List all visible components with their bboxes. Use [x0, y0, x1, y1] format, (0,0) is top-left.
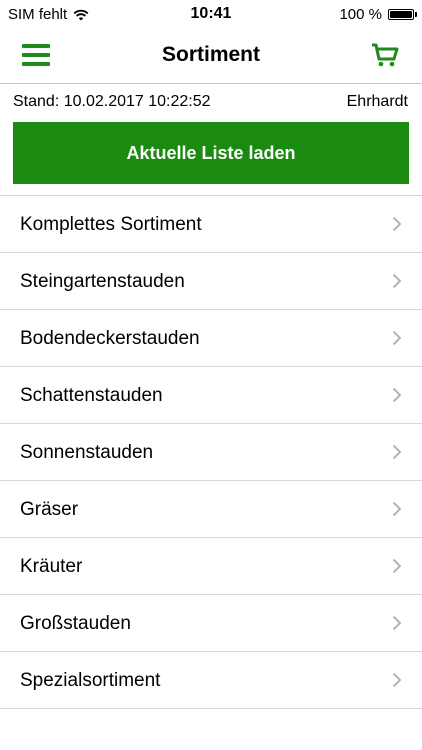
chevron-right-icon — [392, 672, 402, 688]
stand-timestamp: Stand: 10.02.2017 10:22:52 — [13, 93, 211, 110]
status-right: 100 % — [339, 6, 417, 23]
load-list-button[interactable]: Aktuelle Liste laden — [13, 122, 409, 184]
list-item[interactable]: Bodendeckerstauden — [0, 310, 422, 367]
list-item[interactable]: Gräser — [0, 481, 422, 538]
chevron-right-icon — [392, 501, 402, 517]
page-title: Sortiment — [161, 43, 260, 66]
chevron-right-icon — [392, 615, 402, 631]
list-item[interactable]: Steingartenstauden — [0, 253, 422, 310]
chevron-right-icon — [392, 216, 402, 232]
user-name: Ehrhardt — [346, 93, 408, 110]
list-item-label: Spezialsortiment — [20, 670, 161, 691]
nav-bar: Sortiment — [0, 30, 422, 84]
chevron-right-icon — [392, 330, 402, 346]
list-item[interactable]: Sonnenstauden — [0, 424, 422, 481]
chevron-right-icon — [392, 444, 402, 460]
list-item[interactable]: Kräuter — [0, 538, 422, 595]
list-item[interactable]: Großstauden — [0, 595, 422, 652]
list-item-label: Gräser — [20, 499, 79, 520]
list-item[interactable]: Schattenstauden — [0, 367, 422, 424]
list-item-label: Großstauden — [20, 613, 131, 634]
list-item[interactable]: Spezialsortiment — [0, 652, 422, 709]
list-item[interactable]: Komplettes Sortiment — [0, 196, 422, 253]
shopping-cart-icon[interactable] — [370, 42, 400, 68]
chevron-right-icon — [392, 558, 402, 574]
list-item-label: Sonnenstauden — [20, 442, 154, 463]
battery-icon — [388, 9, 417, 20]
list-item-label: Steingartenstauden — [20, 271, 185, 292]
status-bar: SIM fehlt 10:41 100 % — [0, 0, 422, 30]
stand-row: Stand: 10.02.2017 10:22:52 Ehrhardt — [0, 84, 422, 120]
list-item-label: Schattenstauden — [20, 385, 163, 406]
chevron-right-icon — [392, 273, 402, 289]
list-item-label: Bodendeckerstauden — [20, 328, 200, 349]
category-list: Komplettes Sortiment Steingartenstauden … — [0, 195, 422, 709]
battery-percent: 100 % — [339, 6, 382, 23]
list-item-label: Komplettes Sortiment — [20, 214, 202, 235]
chevron-right-icon — [392, 387, 402, 403]
list-item-label: Kräuter — [20, 556, 83, 577]
